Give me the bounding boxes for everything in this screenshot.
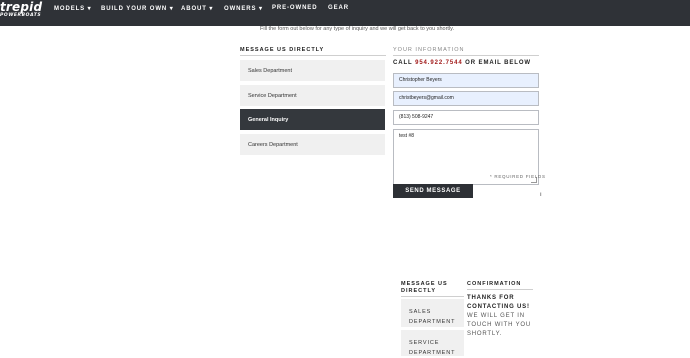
- confirmation-title: CONFIRMATION: [467, 281, 522, 287]
- call-line: CALL 954.922.7544 OR EMAIL BELOW: [393, 60, 531, 66]
- message-text: test #8: [399, 133, 415, 139]
- info-divider: [393, 55, 539, 56]
- tab-service-department[interactable]: Service Department: [240, 85, 385, 106]
- email-field[interactable]: christbeyers@gmail.com: [393, 91, 539, 106]
- section-divider: [240, 55, 386, 56]
- mobile-divider: [401, 296, 464, 297]
- confirmation-text: WE WILL GET IN TOUCH WITH YOU SHORTLY.: [467, 313, 531, 337]
- logo-subtext: POWERBOATS: [0, 13, 42, 18]
- phone-field[interactable]: (813) 508-9247: [393, 110, 539, 125]
- mouse-cursor-icon: ı: [540, 192, 542, 198]
- tab-general-inquiry[interactable]: General Inquiry: [240, 109, 385, 130]
- nav-item-pre-owned[interactable]: PRE-OWNED: [272, 5, 317, 11]
- confirmation-thanks: THANKS FOR CONTACTING US!: [467, 295, 530, 310]
- mobile-tab-service[interactable]: SERVICE DEPARTMENT: [401, 330, 464, 356]
- tab-careers-department[interactable]: Careers Department: [240, 134, 385, 155]
- brand-logo[interactable]: trepid POWERBOATS: [0, 1, 42, 19]
- call-suffix: OR EMAIL BELOW: [465, 60, 531, 66]
- nav-item-models[interactable]: MODELS ▾: [54, 5, 92, 12]
- logo-text: trepid: [0, 0, 43, 14]
- send-message-button[interactable]: SEND MESSAGE: [393, 184, 473, 198]
- call-prefix: CALL: [393, 60, 413, 66]
- confirmation-divider: [467, 289, 533, 290]
- confirmation-message: THANKS FOR CONTACTING US! WE WILL GET IN…: [467, 294, 542, 339]
- info-section-title: YOUR INFORMATION: [393, 47, 465, 53]
- page-subtitle: Fill the form out below for any type of …: [260, 26, 455, 32]
- nav-item-about[interactable]: ABOUT ▾: [181, 5, 213, 12]
- mobile-message-title: MESSAGE US DIRECTLY: [401, 281, 448, 294]
- phone-number-link[interactable]: 954.922.7544: [415, 60, 463, 66]
- top-nav-bar: trepid POWERBOATS MODELS ▾ BUILD YOUR OW…: [0, 0, 690, 26]
- nav-item-build-your-own[interactable]: BUILD YOUR OWN ▾: [101, 5, 174, 12]
- nav-item-gear[interactable]: GEAR: [328, 5, 349, 11]
- tab-sales-department[interactable]: Sales Department: [240, 60, 385, 81]
- required-fields-note: * REQUIRED FIELDS: [490, 174, 546, 179]
- mobile-tab-sales[interactable]: SALES DEPARTMENT: [401, 299, 464, 327]
- message-section-title: MESSAGE US DIRECTLY: [240, 47, 325, 53]
- nav-item-owners[interactable]: OWNERS ▾: [224, 5, 263, 12]
- name-field[interactable]: Christopher Beyers: [393, 73, 539, 88]
